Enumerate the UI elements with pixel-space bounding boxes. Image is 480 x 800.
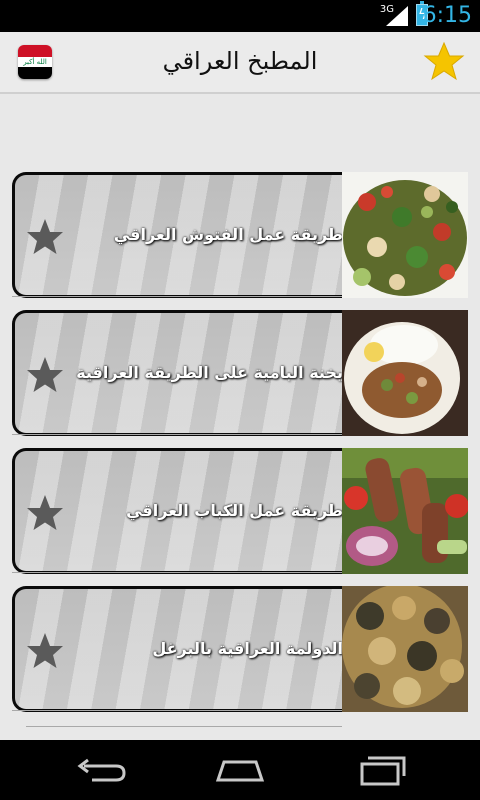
recipe-title: طريقة عمل الكباب العراقي	[126, 501, 343, 520]
divider	[12, 710, 342, 711]
page-title: المطبخ العراقي	[162, 47, 318, 75]
action-bar: الله أكبر المطبخ العراقي	[0, 32, 480, 94]
recipe-item[interactable]: يخنة البامية على الطريقة العراقية	[12, 310, 468, 436]
recipe-title: الدولمة العراقية بالبرغل	[152, 639, 343, 658]
home-icon[interactable]	[210, 752, 270, 788]
divider	[12, 434, 342, 435]
recipe-list[interactable]: طريقة عمل الفتوش العراقي يخنة البامية عل…	[0, 94, 480, 740]
recipe-card[interactable]: يخنة البامية على الطريقة العراقية	[12, 310, 351, 436]
recipe-title: يخنة البامية على الطريقة العراقية	[76, 363, 343, 382]
favorites-star-icon[interactable]	[422, 40, 466, 84]
navigation-bar	[0, 740, 480, 800]
signal-icon	[386, 6, 408, 26]
recipe-image	[342, 448, 468, 574]
divider	[12, 296, 342, 297]
back-icon[interactable]	[70, 752, 130, 788]
recipe-title: طريقة عمل الفتوش العراقي	[113, 225, 343, 244]
recipe-card[interactable]: طريقة عمل الكباب العراقي	[12, 448, 351, 574]
divider	[12, 572, 342, 573]
divider	[26, 726, 342, 727]
recipe-item[interactable]: طريقة عمل الفتوش العراقي	[12, 172, 468, 298]
recipe-image	[342, 172, 468, 298]
recipe-item[interactable]: الدولمة العراقية بالبرغل	[12, 586, 468, 712]
recipe-image	[342, 310, 468, 436]
recipe-card[interactable]: طريقة عمل الفتوش العراقي	[12, 172, 351, 298]
recipe-image	[342, 586, 468, 712]
recipe-item[interactable]: طريقة عمل الكباب العراقي	[12, 448, 468, 574]
clock: 6:15	[422, 3, 472, 28]
status-bar: 3G ϟ 6:15	[0, 0, 480, 32]
recipe-card[interactable]: الدولمة العراقية بالبرغل	[12, 586, 351, 712]
recents-icon[interactable]	[352, 752, 412, 788]
